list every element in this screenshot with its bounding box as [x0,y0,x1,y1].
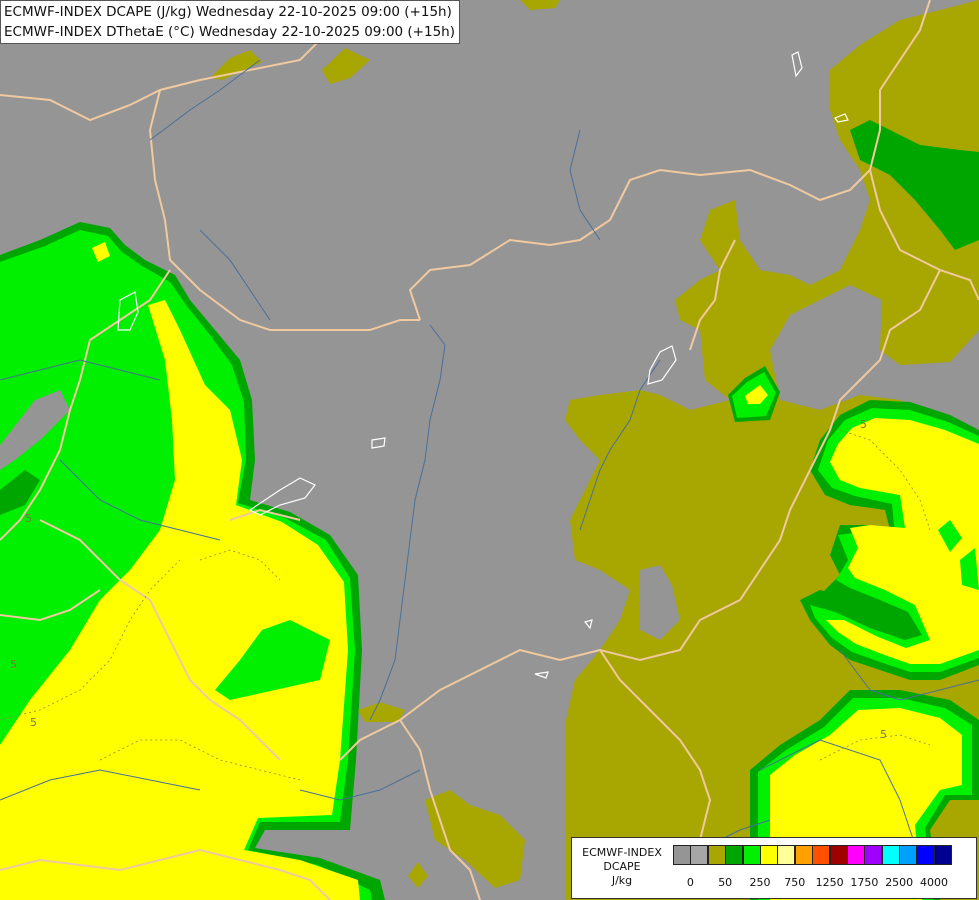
contour-label: 5 [10,658,17,671]
legend-swatch [899,845,918,865]
legend-swatch [707,845,726,865]
legend-label: ECMWF-INDEX DCAPE J/kg [576,846,668,888]
legend-swatch [725,845,744,865]
legend-label-unit: J/kg [611,874,633,887]
title-dcape: ECMWF-INDEX DCAPE (J/kg) Wednesday 22-10… [4,4,452,20]
contour-label: 5 [880,728,887,741]
legend-swatch [812,845,831,865]
legend-swatch [673,845,691,865]
legend: ECMWF-INDEX DCAPE J/kg 0 50 250 750 1250 1750… [571,837,977,899]
map-title-box: ECMWF-INDEX DCAPE (J/kg) Wednesday 22-10… [0,0,460,44]
legend-swatch [847,845,865,865]
weather-map[interactable]: 5 5 5 5 5 [0,0,979,900]
legend-swatch [742,845,761,865]
legend-swatch [690,845,709,865]
contour-label: 5 [30,716,37,729]
legend-label-model: ECMWF-INDEX [582,846,662,859]
legend-swatch [916,845,935,865]
legend-swatch [794,845,813,865]
legend-swatch [777,845,796,865]
legend-swatch [864,845,883,865]
legend-swatch [760,845,778,865]
contour-label: 5 [860,418,867,431]
legend-swatch [934,845,952,865]
title-dthetae: ECMWF-INDEX DThetaE (°C) Wednesday 22-10… [4,24,455,40]
legend-label-param: DCAPE [603,860,641,873]
contour-label: 5 [25,512,32,525]
legend-tick-label: 4000 [920,876,948,889]
legend-swatch [881,845,900,865]
legend-swatch [829,845,848,865]
